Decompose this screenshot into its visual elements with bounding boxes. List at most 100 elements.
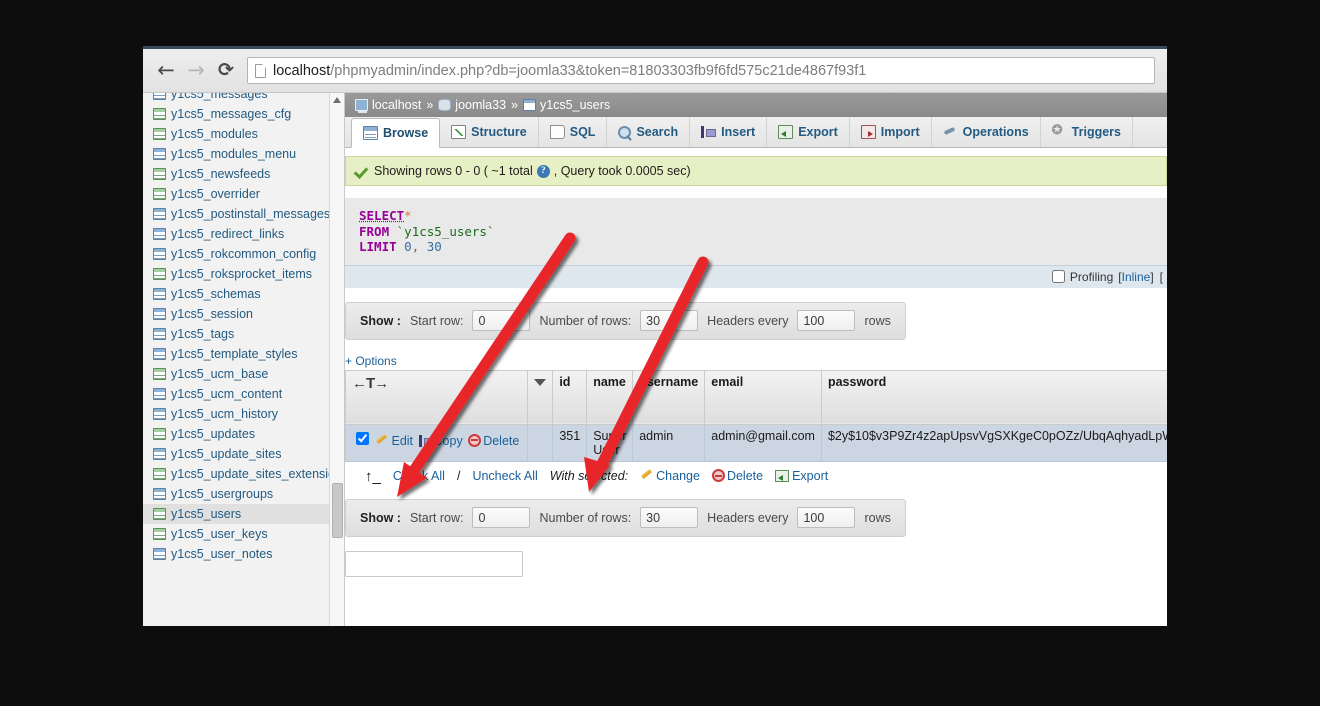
edit-action[interactable]: Edit	[375, 434, 413, 448]
sidebar-table-item[interactable]: y1cs5_messages	[143, 93, 329, 104]
show-label-bottom: Show :	[360, 510, 401, 525]
tab-insert[interactable]: Insert	[690, 117, 768, 147]
query-box-partial[interactable]	[345, 550, 523, 577]
sidebar-table-item[interactable]: y1cs5_template_styles	[143, 344, 329, 364]
sidebar-table-item[interactable]: y1cs5_redirect_links	[143, 224, 329, 244]
table-icon	[153, 148, 166, 160]
check-all-link[interactable]: Check All	[393, 469, 445, 483]
browse-icon	[363, 126, 378, 140]
tab-structure[interactable]: Structure	[440, 117, 539, 147]
inline-link[interactable]: Inline	[1122, 270, 1151, 284]
tab-browse[interactable]: Browse	[351, 118, 441, 148]
sidebar-table-label: y1cs5_rokcommon_config	[171, 247, 317, 261]
num-rows-input-top[interactable]	[640, 310, 699, 331]
delete-action[interactable]: Delete	[711, 469, 763, 483]
uncheck-all-link[interactable]: Uncheck All	[472, 469, 537, 483]
tab-label: Structure	[471, 125, 527, 139]
profiling-checkbox[interactable]	[1051, 270, 1065, 283]
sidebar-table-item[interactable]: y1cs5_updates	[143, 424, 329, 444]
breadcrumb-server[interactable]: localhost	[372, 98, 421, 112]
delete-action[interactable]: Delete	[468, 433, 519, 448]
headers-input-top[interactable]	[797, 310, 856, 331]
options-toggle[interactable]: + Options	[345, 354, 1167, 368]
cell-email[interactable]: admin@gmail.com	[704, 423, 822, 462]
sidebar-table-label: y1cs5_ucm_history	[171, 407, 278, 421]
row-checkbox[interactable]	[356, 431, 369, 445]
headers-input-bottom[interactable]	[797, 507, 856, 528]
tab-export[interactable]: Export	[767, 117, 850, 147]
table-row[interactable]: Edit Copy Delete 351 Super User admin admin@…	[345, 423, 1167, 462]
sidebar-table-item[interactable]: y1cs5_roksprocket_items	[143, 264, 329, 284]
with-selected-label: With selected:	[549, 469, 629, 483]
chevron-down-icon[interactable]	[534, 378, 547, 386]
tab-search[interactable]: Search	[607, 117, 691, 147]
sidebar-table-item[interactable]: y1cs5_users	[143, 504, 329, 524]
start-row-input-bottom[interactable]	[472, 507, 531, 528]
cell-username[interactable]: admin	[632, 423, 706, 462]
results-head: ←T→ id name username email password	[345, 369, 1167, 425]
sidebar-table-label: y1cs5_messages	[171, 93, 268, 101]
table-icon	[153, 328, 166, 340]
delete-icon	[468, 433, 482, 447]
export-icon	[778, 125, 794, 139]
back-icon[interactable]: ←	[151, 56, 181, 86]
sidebar-table-item[interactable]: y1cs5_tags	[143, 324, 329, 344]
sidebar-table-item[interactable]: y1cs5_rokcommon_config	[143, 244, 329, 264]
sidebar-table-item[interactable]: y1cs5_session	[143, 304, 329, 324]
export-action[interactable]: Export	[775, 469, 828, 483]
sidebar-table-item[interactable]: y1cs5_ucm_base	[143, 364, 329, 384]
change-action[interactable]: Change	[640, 469, 700, 483]
scrollbar-thumb[interactable]	[332, 483, 343, 538]
column-header-username[interactable]: username	[632, 369, 706, 425]
sidebar-table-item[interactable]: y1cs5_update_sites_extensions	[143, 464, 329, 484]
column-header-id[interactable]: id	[552, 369, 588, 425]
forward-icon[interactable]: →	[181, 56, 211, 86]
help-icon[interactable]: ?	[536, 164, 550, 178]
sidebar-table-item[interactable]: y1cs5_messages_cfg	[143, 104, 329, 124]
breadcrumb-table[interactable]: y1cs5_users	[540, 98, 610, 112]
sort-caret-header[interactable]	[527, 369, 554, 425]
sidebar-table-item[interactable]: y1cs5_ucm_history	[143, 404, 329, 424]
sidebar-table-item[interactable]: y1cs5_modules	[143, 124, 329, 144]
sidebar-table-item[interactable]: y1cs5_postinstall_messages	[143, 204, 329, 224]
sql-limit-comma: ,	[411, 239, 420, 254]
column-header-name[interactable]: name	[586, 369, 634, 425]
sidebar-table-item[interactable]: y1cs5_overrider	[143, 184, 329, 204]
insert-icon	[701, 125, 717, 139]
tab-triggers[interactable]: Triggers	[1041, 117, 1133, 147]
breadcrumb-database[interactable]: joomla33	[455, 98, 506, 112]
sidebar-table-label: y1cs5_usergroups	[171, 487, 274, 501]
tab-operations[interactable]: Operations	[932, 117, 1041, 147]
tab-import[interactable]: Import	[850, 117, 932, 147]
sidebar-table-item[interactable]: y1cs5_newsfeeds	[143, 164, 329, 184]
move-columns-icon[interactable]: ←T→	[352, 375, 389, 392]
sidebar-scrollbar[interactable]	[329, 93, 344, 626]
cell-password[interactable]: $2y$10$v3P9Zr4z2apUpsvVgSXKgeC0pOZz/UbqA…	[820, 423, 1167, 462]
address-bar[interactable]: localhost/phpmyadmin/index.php?db=joomla…	[247, 57, 1155, 84]
sidebar-table-item[interactable]: y1cs5_modules_menu	[143, 144, 329, 164]
table-icon	[153, 408, 166, 420]
cell-id[interactable]: 351	[552, 423, 588, 462]
copy-action[interactable]: Copy	[418, 434, 463, 448]
num-rows-input-bottom[interactable]	[640, 507, 699, 528]
num-rows-label-top: Number of rows:	[539, 313, 632, 328]
profiling-bar: Profiling [Inline] [	[345, 264, 1167, 288]
sidebar-table-item[interactable]: y1cs5_usergroups	[143, 484, 329, 504]
sidebar-table-item[interactable]: y1cs5_update_sites	[143, 444, 329, 464]
scroll-up-icon[interactable]	[333, 97, 341, 103]
column-header-password[interactable]: password	[820, 369, 1167, 425]
browser-window: ← → ⟳ localhost/phpmyadmin/index.php?db=…	[143, 46, 1167, 626]
table-icon	[153, 188, 166, 200]
reload-icon[interactable]: ⟳	[211, 56, 241, 86]
breadcrumb-separator-2: »	[511, 98, 518, 112]
sidebar-table-item[interactable]: y1cs5_user_keys	[143, 524, 329, 544]
tab-sql[interactable]: SQL	[539, 117, 608, 147]
column-header-email[interactable]: email	[704, 369, 822, 425]
tab-label: Browse	[383, 126, 429, 140]
start-row-input-top[interactable]	[472, 310, 531, 331]
results-table: ←T→ id name username email password Edit Cop…	[345, 369, 1167, 462]
cell-name[interactable]: Super User	[586, 423, 634, 462]
sidebar-table-item[interactable]: y1cs5_schemas	[143, 284, 329, 304]
sidebar-table-item[interactable]: y1cs5_user_notes	[143, 544, 329, 564]
sidebar-table-item[interactable]: y1cs5_ucm_content	[143, 384, 329, 404]
